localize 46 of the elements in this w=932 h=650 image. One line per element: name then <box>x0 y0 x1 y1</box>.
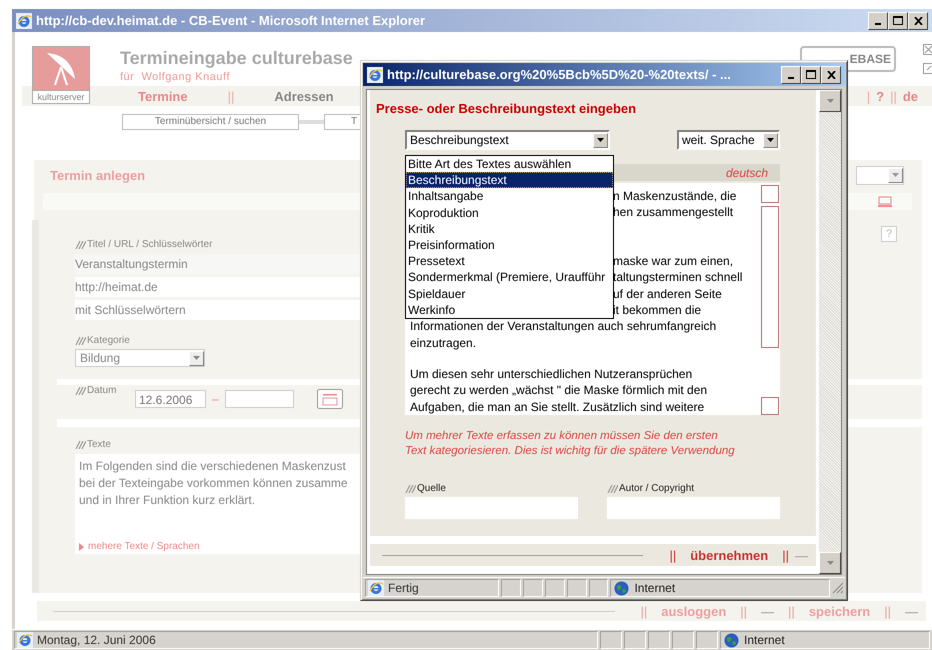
text-line: it bekommen die <box>613 302 702 318</box>
text-line: n Maskenzustände, die <box>613 188 736 204</box>
status-text: Fertig <box>365 579 499 597</box>
text-line: hen zusammengestellt <box>613 204 734 221</box>
separator: || <box>884 604 891 618</box>
field-label: Datum <box>75 385 135 397</box>
text-line: Im Folgenden sind die verschiedenen Maskenzust <box>79 458 346 475</box>
separator: || <box>890 88 897 104</box>
status-text: Montag, 12. Juni 2006 <box>14 631 598 649</box>
text-line: gerecht zu werden „wächst " die Maske förmlich mit den <box>410 382 708 399</box>
text-line: Aufgaben, die man an Sie stellt. Zusätzlich sind weitere <box>410 398 704 415</box>
separator: || <box>740 604 748 618</box>
dash: – <box>212 392 219 406</box>
logo-caption: kulturserver <box>33 90 89 103</box>
text-line: Um diesen sehr unterschiedlichen Nutzeransprüchen <box>410 366 692 382</box>
field-label: Kategorie <box>75 335 130 347</box>
user-subtitle: für Wolfgang Knauff <box>120 70 230 84</box>
security-zone: Internet <box>720 631 930 649</box>
window-title: http://cb-dev.heimat.de - CB-Event - Microsoft Internet Explorer <box>36 13 426 28</box>
text-line: Informationen der Veranstaltungen auch sehrumfangreich <box>410 318 716 335</box>
dash: — <box>761 604 774 618</box>
dialog-heading: Presse- oder Beschreibungstext eingeben <box>376 101 638 116</box>
hint-text: Um mehrer Texte erfassen zu können müssen Sie den ersten <box>405 429 719 444</box>
field-label: Autor / Copyright <box>607 483 694 495</box>
separator: || <box>788 604 795 618</box>
separator: || <box>640 604 648 618</box>
text-line: maske war zum einen, <box>613 253 734 270</box>
separator: || <box>782 548 789 562</box>
dash: — <box>905 604 918 618</box>
separator: | <box>866 88 870 104</box>
text-line: bei der Texteingabe vorkommen können zusamme <box>79 475 348 492</box>
field-label: Quelle <box>405 483 446 495</box>
separator: || <box>228 88 234 104</box>
text-line: und in Ihrer Funktion kurz erklärt. <box>79 492 256 509</box>
field-label: Titel / URL / Schlüsselwörter <box>75 239 212 251</box>
text-line: uf der anderen Seite <box>613 286 722 302</box>
dash: — <box>795 548 808 562</box>
separator: || <box>669 548 676 562</box>
section-title: Termin anlegen <box>50 168 146 182</box>
hint-text: Text kategoriesieren. Dies ist wichitg für die spätere Verwendung <box>405 444 736 459</box>
text-line: einzutragen. <box>410 334 476 351</box>
security-zone: Internet <box>610 579 830 597</box>
text-line: taltungsterminen schnell <box>613 269 742 286</box>
field-label: Texte <box>75 439 111 451</box>
page-title: Termineingabe culturebase <box>120 47 353 70</box>
window-title: http://culturebase.org%20%5Bcb%5D%20-%20texts/ - ... <box>387 67 732 82</box>
